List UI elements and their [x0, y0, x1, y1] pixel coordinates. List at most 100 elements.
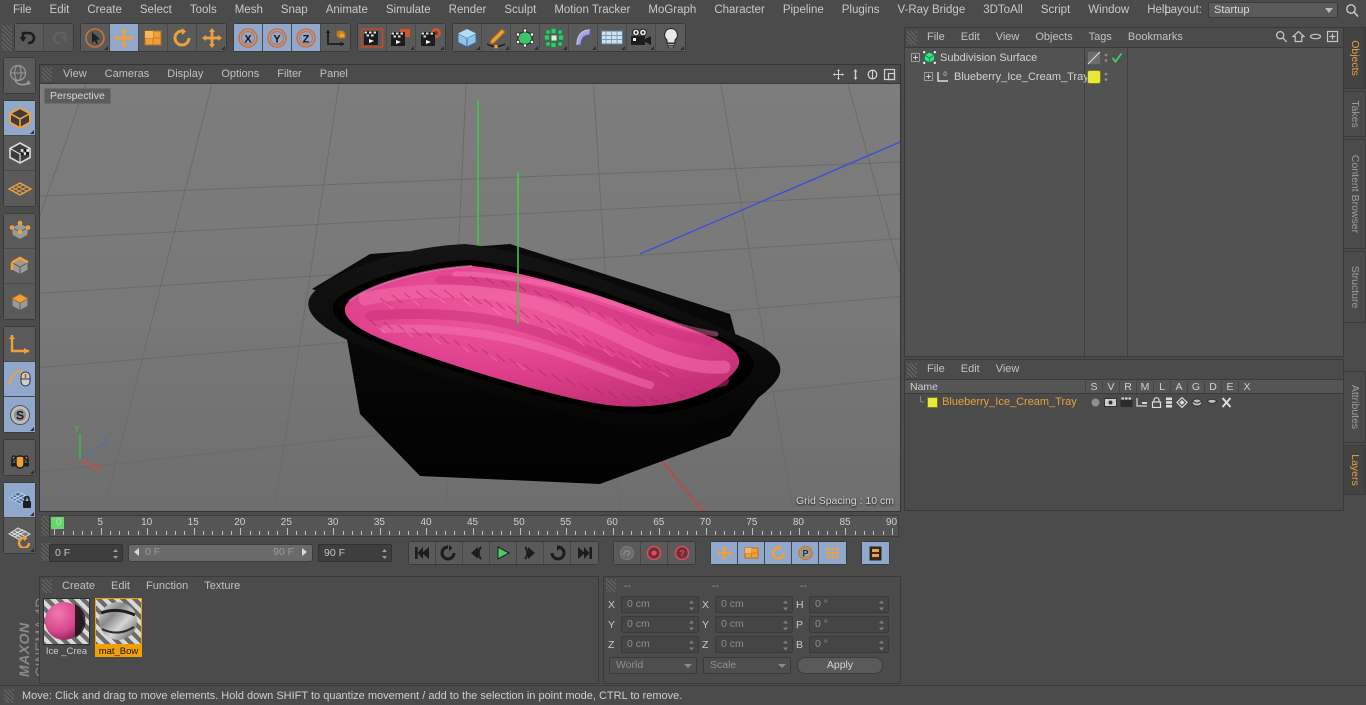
expression-toggle-icon[interactable]	[1206, 397, 1218, 408]
menu-item-mograph[interactable]: MoGraph	[639, 0, 705, 21]
size-x-field[interactable]: 0 cm	[715, 596, 793, 613]
object-row[interactable]: Subdivision Surface	[905, 48, 1343, 67]
object-menu-objects[interactable]: Objects	[1027, 28, 1080, 47]
position-x-field[interactable]: 0 cm	[621, 596, 699, 613]
edges-mode-button[interactable]	[4, 249, 35, 284]
viewport-grip[interactable]	[42, 67, 52, 81]
material-menu-create[interactable]: Create	[54, 577, 103, 595]
record-position-button[interactable]	[711, 542, 738, 564]
object-menu-view[interactable]: View	[988, 28, 1028, 47]
material-tag-icon[interactable]	[1087, 69, 1101, 84]
spinner-icon[interactable]	[878, 640, 885, 652]
lock-workplane-button[interactable]	[4, 483, 35, 518]
move-tool-button[interactable]	[110, 24, 139, 51]
menu-item-mesh[interactable]: Mesh	[226, 0, 272, 21]
coordinates-grip[interactable]	[606, 579, 616, 592]
add-array-button[interactable]	[540, 24, 569, 51]
menu-item-sculpt[interactable]: Sculpt	[495, 0, 545, 21]
spinner-icon[interactable]	[112, 548, 119, 560]
end-frame-field[interactable]: 90 F	[318, 544, 392, 562]
rotation-h-field[interactable]: 0 °	[809, 596, 889, 613]
deformer-toggle-icon[interactable]	[1191, 397, 1203, 408]
dock-tab-attributes[interactable]: Attributes	[1344, 371, 1366, 443]
viewport-menu-cameras[interactable]: Cameras	[96, 65, 159, 84]
expand-toggle-icon[interactable]	[924, 72, 933, 81]
spinner-icon[interactable]	[878, 620, 885, 632]
material-swatch[interactable]: mat_Bow	[95, 598, 142, 681]
layer-color-swatch[interactable]	[927, 396, 939, 408]
generator-toggle-icon[interactable]	[1176, 396, 1188, 408]
menu-item-simulate[interactable]: Simulate	[377, 0, 440, 21]
material-menu-edit[interactable]: Edit	[103, 577, 138, 595]
add-scene-button[interactable]	[598, 24, 627, 51]
status-grip[interactable]	[4, 688, 14, 703]
rotation-b-field[interactable]: 0 °	[809, 636, 889, 653]
material-grip[interactable]	[42, 579, 52, 593]
spinner-icon[interactable]	[688, 600, 695, 612]
record-active-objects-button[interactable]	[641, 542, 668, 564]
dock-tab-structure[interactable]: Structure	[1344, 251, 1366, 323]
active-tool-button[interactable]	[197, 24, 226, 51]
range-left-arrow-icon[interactable]	[133, 547, 141, 557]
go-to-start-button[interactable]	[409, 542, 436, 564]
layer-menu-view[interactable]: View	[988, 360, 1028, 379]
render-toggle-icon[interactable]	[1120, 397, 1133, 408]
home-icon[interactable]	[1292, 30, 1305, 43]
spinner-icon[interactable]	[782, 600, 789, 612]
undo-button[interactable]	[15, 24, 44, 51]
render-region-button[interactable]	[387, 24, 416, 51]
record-pla-button[interactable]: P	[792, 542, 819, 564]
undo-view-button[interactable]	[4, 58, 35, 93]
layer-column-m[interactable]: M	[1136, 380, 1153, 393]
spinner-icon[interactable]	[381, 548, 388, 560]
object-menu-file[interactable]: File	[919, 28, 953, 47]
display-tag-icon[interactable]	[1087, 50, 1101, 65]
add-deformer-button[interactable]	[569, 24, 598, 51]
add-camera-button[interactable]	[627, 24, 656, 51]
render-view-button[interactable]	[358, 24, 387, 51]
menu-item-animate[interactable]: Animate	[317, 0, 377, 21]
go-to-end-button[interactable]	[571, 542, 598, 564]
dock-tab-objects[interactable]: Objects	[1344, 27, 1366, 89]
add-cube-button[interactable]	[453, 24, 482, 51]
expand-icon[interactable]	[1326, 30, 1339, 43]
preview-range-bar[interactable]: 0 F 90 F	[128, 544, 313, 562]
layer-menu-edit[interactable]: Edit	[953, 360, 988, 379]
viewport-menu-options[interactable]: Options	[212, 65, 268, 84]
menu-item-tools[interactable]: Tools	[181, 0, 226, 21]
current-frame-field[interactable]: 0 F	[49, 544, 123, 562]
menu-item-character[interactable]: Character	[705, 0, 774, 21]
spinner-icon[interactable]	[782, 620, 789, 632]
menu-item-motion-tracker[interactable]: Motion Tracker	[545, 0, 639, 21]
dolly-icon[interactable]	[848, 67, 863, 82]
redo-button[interactable]	[44, 24, 73, 51]
layer-column-s[interactable]: S	[1085, 380, 1102, 393]
layer-column-e[interactable]: E	[1221, 380, 1238, 393]
model-mode-button[interactable]	[4, 101, 35, 136]
lock-x-button[interactable]: X	[234, 24, 263, 51]
toolbar-grip[interactable]	[2, 24, 12, 51]
lock-toggle-icon[interactable]	[1151, 396, 1162, 408]
object-grip[interactable]	[907, 30, 917, 45]
viewport-3d[interactable]: Perspective Y Z X Grid Spacing : 10 cm	[40, 84, 900, 511]
layer-grip[interactable]	[907, 362, 917, 377]
layer-row[interactable]: └ Blueberry_Ice_Cream_Tray	[905, 394, 1343, 410]
viewport-menu-filter[interactable]: Filter	[268, 65, 310, 84]
layer-column-a[interactable]: A	[1170, 380, 1187, 393]
timeline-settings-button[interactable]	[862, 542, 889, 564]
viewport-menu-panel[interactable]: Panel	[311, 65, 357, 84]
object-row[interactable]: 0 Blueberry_Ice_Cream_Tray	[905, 67, 1343, 86]
material-swatch[interactable]: Ice _Crea	[43, 598, 90, 681]
coord-system-dropdown[interactable]: World	[609, 657, 697, 674]
menu-item-edit[interactable]: Edit	[41, 0, 79, 21]
size-y-field[interactable]: 0 cm	[715, 616, 793, 633]
solo-toggle-icon[interactable]	[1090, 397, 1101, 408]
polygons-mode-button[interactable]	[4, 284, 35, 319]
viewport-solo-button[interactable]	[4, 362, 35, 397]
dock-tab-takes[interactable]: Takes	[1344, 91, 1366, 137]
visible-toggle-icon[interactable]	[1104, 397, 1117, 408]
menu-item-3dtoall[interactable]: 3DToAll	[974, 0, 1032, 21]
previous-keyframe-button[interactable]	[436, 542, 463, 564]
maximize-viewport-icon[interactable]	[882, 67, 897, 82]
world-object-coord-button[interactable]	[321, 24, 350, 51]
